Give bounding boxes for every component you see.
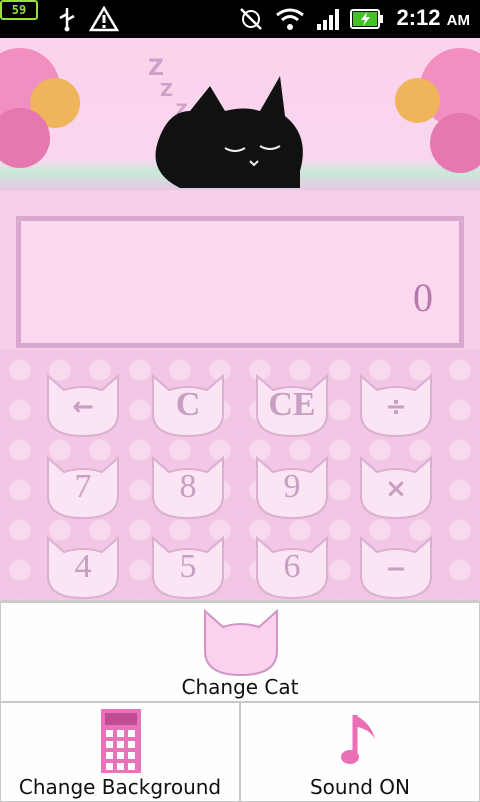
- subtract-key[interactable]: −: [357, 532, 435, 600]
- usb-icon: [54, 6, 80, 32]
- flower-decoration: [395, 78, 440, 123]
- calculator-display: 0: [16, 216, 464, 348]
- change-background-menu-item[interactable]: Change Background: [0, 702, 240, 802]
- clear-key[interactable]: C: [149, 370, 227, 438]
- digit-4-key[interactable]: 4: [44, 532, 122, 600]
- clock: 2:12 AM: [396, 5, 471, 30]
- clear-entry-key[interactable]: CE: [253, 370, 331, 438]
- change-cat-menu-item[interactable]: Change Cat: [0, 602, 480, 702]
- digit-5-key[interactable]: 5: [149, 532, 227, 600]
- gps-icon: [236, 6, 266, 32]
- options-menu: Change Cat Change Background Sound ON: [0, 600, 480, 802]
- change-cat-label: Change Cat: [181, 675, 299, 699]
- sleeping-cat-icon: [155, 76, 303, 188]
- wifi-icon: [274, 6, 306, 32]
- display-value: 0: [413, 275, 433, 320]
- header-banner: Z Z Z: [0, 38, 480, 190]
- digit-6-key[interactable]: 6: [253, 532, 331, 600]
- digit-9-key[interactable]: 9: [253, 452, 331, 520]
- flower-decoration: [430, 113, 480, 173]
- calculator-area: 0 ← C CE ÷ 7 8 9 × 4 5 6 −: [0, 190, 480, 610]
- change-background-label: Change Background: [18, 775, 222, 799]
- calculator-icon: [101, 709, 141, 773]
- sound-toggle-menu-item[interactable]: Sound ON: [240, 702, 480, 802]
- music-note-icon: [341, 715, 375, 764]
- divide-key[interactable]: ÷: [357, 370, 435, 438]
- sound-toggle-label: Sound ON: [309, 775, 411, 799]
- battery-charging-icon: [350, 6, 384, 32]
- battery-icon: 59: [0, 0, 38, 20]
- backspace-key[interactable]: ←: [44, 370, 122, 438]
- signal-icon: [314, 6, 344, 32]
- digit-8-key[interactable]: 8: [149, 452, 227, 520]
- warning-icon: [88, 6, 120, 32]
- cat-head-icon: [204, 608, 278, 677]
- status-bar: 59 2:12 AM: [0, 0, 480, 38]
- multiply-key[interactable]: ×: [357, 452, 435, 520]
- digit-7-key[interactable]: 7: [44, 452, 122, 520]
